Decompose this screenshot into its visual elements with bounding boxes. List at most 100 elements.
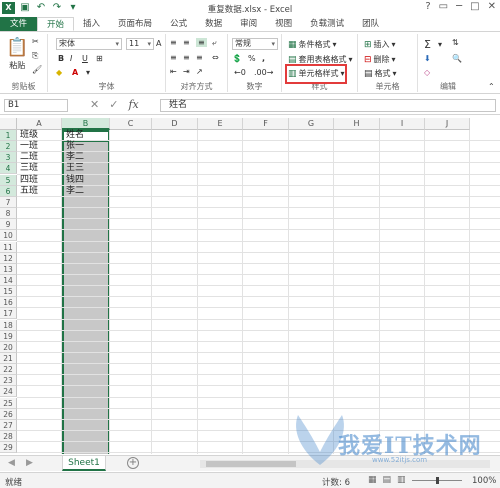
- fill-color-icon[interactable]: ◆: [56, 68, 62, 77]
- scrollbar-thumb[interactable]: [206, 461, 296, 467]
- find-select-icon[interactable]: 🔍: [452, 54, 462, 63]
- chevron-down-icon[interactable]: ▾: [86, 68, 90, 77]
- row-header-18[interactable]: 18: [0, 319, 17, 331]
- sort-filter-icon[interactable]: ⇅: [452, 38, 459, 47]
- paste-button[interactable]: 📋 粘贴: [6, 38, 28, 71]
- orientation-icon[interactable]: ↗: [196, 67, 203, 76]
- align-bottom-icon[interactable]: ≡: [196, 38, 207, 47]
- merge-center-icon[interactable]: ⇔: [212, 53, 219, 62]
- cell-a4[interactable]: 三班: [20, 163, 38, 174]
- row-header-9[interactable]: 9: [0, 219, 17, 231]
- maximize-icon[interactable]: □: [470, 1, 479, 12]
- underline-button[interactable]: U: [82, 54, 88, 63]
- insert-cells-button[interactable]: ⊞ 插入 ▾: [364, 39, 396, 50]
- column-header-h[interactable]: H: [334, 118, 380, 130]
- row-header-28[interactable]: 28: [0, 431, 17, 443]
- percent-button[interactable]: %: [248, 54, 256, 63]
- enter-icon[interactable]: ✓: [109, 98, 118, 111]
- tab-formulas[interactable]: 公式: [161, 17, 196, 31]
- increase-decimal-icon[interactable]: ←0: [234, 68, 246, 77]
- row-header-22[interactable]: 22: [0, 364, 17, 376]
- cell-a2[interactable]: 一班: [20, 141, 38, 152]
- copy-icon[interactable]: ⎘: [32, 51, 38, 61]
- help-icon[interactable]: ?: [425, 1, 430, 12]
- next-sheet-icon[interactable]: ▶: [26, 458, 33, 468]
- row-header-6[interactable]: 6: [0, 185, 17, 197]
- row-header-17[interactable]: 17: [0, 308, 17, 320]
- font-name-select[interactable]: 宋体 ▾: [56, 38, 122, 50]
- row-header-4[interactable]: 4: [0, 163, 17, 175]
- insert-function-icon[interactable]: fx: [128, 98, 138, 111]
- row-header-5[interactable]: 5: [0, 174, 17, 186]
- column-header-f[interactable]: F: [243, 118, 289, 130]
- delete-cells-button[interactable]: ⊟ 删除 ▾: [364, 54, 396, 65]
- row-header-14[interactable]: 14: [0, 274, 17, 286]
- prev-sheet-icon[interactable]: ◀: [8, 458, 15, 468]
- row-header-7[interactable]: 7: [0, 196, 17, 208]
- column-header-i[interactable]: I: [380, 118, 425, 130]
- row-header-3[interactable]: 3: [0, 152, 17, 164]
- column-header-b[interactable]: B: [62, 118, 110, 130]
- tab-home[interactable]: 开始: [37, 17, 75, 31]
- column-header-d[interactable]: D: [152, 118, 198, 130]
- cell-b1[interactable]: 姓名: [66, 130, 84, 141]
- row-header-25[interactable]: 25: [0, 397, 17, 409]
- align-right-icon[interactable]: ≡: [196, 53, 203, 62]
- cell-b2[interactable]: 张一: [66, 141, 84, 152]
- page-layout-view-icon[interactable]: ▤: [383, 475, 392, 485]
- column-header-g[interactable]: G: [289, 118, 334, 130]
- cell-a6[interactable]: 五班: [20, 186, 38, 197]
- add-sheet-button[interactable]: +: [127, 457, 139, 469]
- worksheet-grid[interactable]: ABCDEFGHIJ 1 2 3 4 5 6 7 8 9 10 11 12 13 14 15 16 17 18 19…: [0, 118, 500, 454]
- comma-button[interactable]: ,: [262, 54, 265, 63]
- row-header-15[interactable]: 15: [0, 286, 17, 298]
- row-header-23[interactable]: 23: [0, 375, 17, 387]
- cell-b6[interactable]: 李二: [66, 186, 84, 197]
- font-color-button[interactable]: A: [72, 68, 78, 77]
- tab-team[interactable]: 团队: [353, 17, 388, 31]
- row-header-8[interactable]: 8: [0, 208, 17, 220]
- grow-font-button[interactable]: A: [156, 39, 161, 48]
- align-middle-icon[interactable]: ≡: [183, 38, 190, 47]
- zoom-slider[interactable]: [412, 477, 462, 484]
- tab-file[interactable]: 文件: [0, 17, 38, 31]
- cell-b3[interactable]: 李二: [66, 152, 84, 163]
- collapse-ribbon-icon[interactable]: ⌃: [488, 82, 495, 91]
- decrease-indent-icon[interactable]: ⇤: [170, 67, 177, 76]
- name-box[interactable]: B1: [4, 99, 68, 112]
- row-header-11[interactable]: 11: [0, 241, 17, 253]
- increase-indent-icon[interactable]: ⇥: [183, 67, 190, 76]
- conditional-formatting-button[interactable]: ▦ 条件格式 ▾: [288, 39, 337, 50]
- row-header-24[interactable]: 24: [0, 386, 17, 398]
- close-icon[interactable]: ✕: [488, 1, 496, 12]
- tab-page-layout[interactable]: 页面布局: [109, 17, 161, 31]
- accounting-format-icon[interactable]: 💲: [232, 54, 242, 63]
- align-top-icon[interactable]: ≡: [170, 38, 177, 47]
- tab-load-test[interactable]: 负载测试: [301, 17, 353, 31]
- row-header-29[interactable]: 29: [0, 442, 17, 454]
- row-header-16[interactable]: 16: [0, 297, 17, 309]
- cell-a5[interactable]: 四班: [20, 175, 38, 186]
- tab-insert[interactable]: 插入: [74, 17, 109, 31]
- column-header-j[interactable]: J: [425, 118, 470, 130]
- fill-icon[interactable]: ⬇: [424, 54, 431, 63]
- minimize-icon[interactable]: ─: [456, 1, 462, 12]
- borders-icon[interactable]: ⊞: [96, 54, 103, 63]
- cell-a3[interactable]: 二班: [20, 152, 38, 163]
- format-painter-icon[interactable]: 🖌: [32, 65, 42, 74]
- chevron-down-icon[interactable]: ▾: [438, 40, 442, 49]
- wrap-text-icon[interactable]: ⤶: [212, 38, 216, 48]
- column-header-c[interactable]: C: [110, 118, 152, 130]
- cell-b5[interactable]: 钱四: [66, 175, 84, 186]
- tab-review[interactable]: 审阅: [231, 17, 266, 31]
- zoom-knob[interactable]: [436, 477, 439, 484]
- row-header-26[interactable]: 26: [0, 408, 17, 420]
- row-header-19[interactable]: 19: [0, 330, 17, 342]
- clear-icon[interactable]: ◇: [424, 68, 430, 77]
- row-header-12[interactable]: 12: [0, 252, 17, 264]
- column-header-e[interactable]: E: [198, 118, 243, 130]
- format-cells-button[interactable]: ▤ 格式 ▾: [364, 68, 397, 79]
- italic-button[interactable]: I: [70, 54, 72, 63]
- row-header-21[interactable]: 21: [0, 353, 17, 364]
- row-header-10[interactable]: 10: [0, 230, 17, 242]
